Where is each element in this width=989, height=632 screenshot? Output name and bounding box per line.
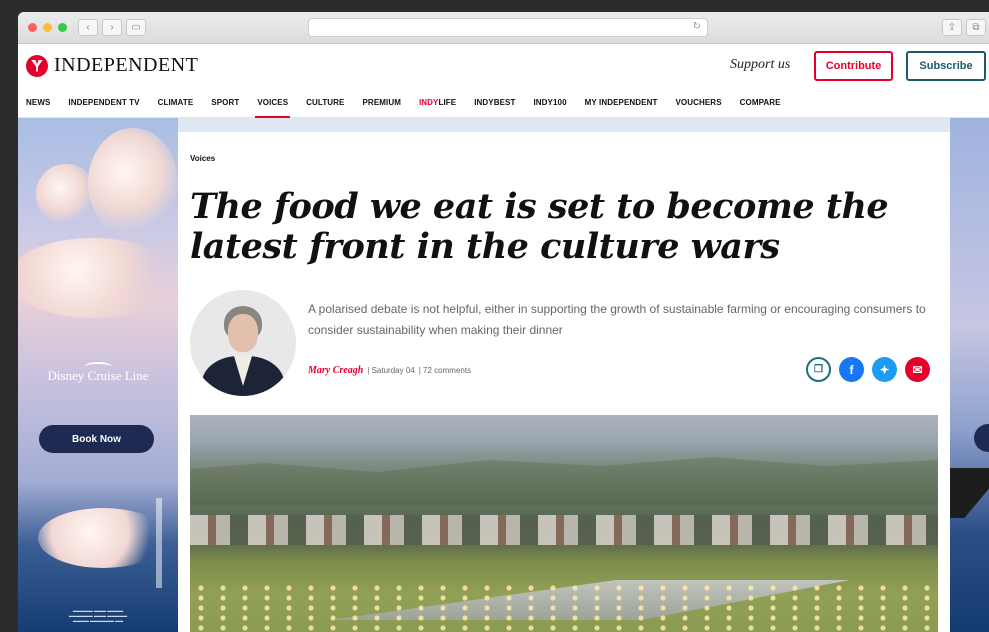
nav-item-voices[interactable]: VOICES xyxy=(255,88,291,118)
facebook-icon[interactable]: f xyxy=(839,357,864,382)
book-now-button[interactable]: Book Now xyxy=(39,425,154,453)
support-us-text: Support us xyxy=(730,57,791,72)
nav-item-news[interactable]: NEWS xyxy=(26,88,50,118)
sidebar-icon[interactable]: ▭ xyxy=(126,19,146,36)
publish-date: | Saturday 04 xyxy=(367,366,415,375)
ad-vertical-credit xyxy=(156,498,162,588)
photo-hills xyxy=(190,457,938,505)
nav-item-climate[interactable]: CLIMATE xyxy=(158,88,194,118)
browser-window: ‹ › ▭ ↻ ⇧ ⧉ INDEPENDENT Support us Contr… xyxy=(18,12,989,632)
photo-houses xyxy=(190,515,938,545)
toolbar-right-buttons: ⇧ ⧉ xyxy=(942,19,986,36)
forward-icon[interactable]: › xyxy=(102,19,122,36)
nav-item-culture[interactable]: CULTURE xyxy=(306,88,344,118)
ad-fine-print: ▬▬▬▬▬ ▬▬▬ ▬▬▬▬ ▬▬▬▬▬▬ ▬▬▬ ▬▬▬▬▬ ▬▬▬▬ ▬▬▬▬▬… xyxy=(68,608,128,623)
page-content: Disney Cruise Line Book Now ▬▬▬▬▬ ▬▬▬ ▬▬… xyxy=(18,118,989,632)
nav-item-vouchers[interactable]: VOUCHERS xyxy=(675,88,721,118)
article-hero-image xyxy=(190,415,938,632)
nav-item-indybest[interactable]: INDYBEST xyxy=(474,88,515,118)
right-ad-button[interactable] xyxy=(974,424,989,452)
nav-item-my-independent[interactable]: MY INDEPENDENT xyxy=(585,88,658,118)
zoom-window-button[interactable] xyxy=(58,23,67,32)
ad-cloud xyxy=(18,238,178,318)
close-window-button[interactable] xyxy=(28,23,37,32)
nav-item-sport[interactable]: SPORT xyxy=(211,88,239,118)
section-tag[interactable]: Voices xyxy=(190,154,215,163)
subscribe-button[interactable]: Subscribe xyxy=(906,51,986,81)
life-label: LIFE xyxy=(438,98,457,107)
left-advert[interactable]: Disney Cruise Line Book Now ▬▬▬▬▬ ▬▬▬ ▬▬… xyxy=(18,118,178,632)
site-logo[interactable]: INDEPENDENT xyxy=(26,54,198,77)
ad-cloud xyxy=(36,164,96,224)
ad-cloud xyxy=(88,128,178,238)
nav-item-indy100[interactable]: INDY100 xyxy=(533,88,566,118)
email-icon[interactable]: ✉ xyxy=(905,357,930,382)
browser-toolbar: ‹ › ▭ ↻ ⇧ ⧉ xyxy=(18,12,989,44)
minimize-window-button[interactable] xyxy=(43,23,52,32)
main-nav: NEWS INDEPENDENT TV CLIMATE SPORT VOICES… xyxy=(18,88,989,118)
bookmark-icon[interactable]: ❐ xyxy=(806,357,831,382)
tabs-icon[interactable]: ⧉ xyxy=(966,19,986,36)
byline: Mary Creagh | Saturday 04 | 72 comments xyxy=(308,365,471,376)
article-headline: The food we eat is set to become the lat… xyxy=(190,186,889,267)
twitter-icon[interactable]: ✦ xyxy=(872,357,897,382)
share-buttons: ❐ f ✦ ✉ xyxy=(806,357,930,382)
logo-text: INDEPENDENT xyxy=(54,54,199,76)
history-buttons: ‹ › ▭ xyxy=(78,19,146,36)
nav-item-indy-life[interactable]: INDY LIFE xyxy=(419,88,456,118)
reload-icon[interactable]: ↻ xyxy=(693,21,701,32)
indy-label: INDY xyxy=(418,98,439,107)
author-link[interactable]: Mary Creagh xyxy=(308,365,363,376)
comments-link[interactable]: | 72 comments xyxy=(419,366,471,375)
window-controls xyxy=(28,23,67,32)
right-advert[interactable] xyxy=(950,118,989,632)
nav-item-compare[interactable]: COMPARE xyxy=(740,88,781,118)
ship-image xyxy=(950,468,989,518)
contribute-button[interactable]: Contribute xyxy=(814,51,893,81)
author-avatar[interactable] xyxy=(190,290,296,396)
site-header: INDEPENDENT Support us Contribute Subscr… xyxy=(18,44,989,88)
eagle-logo-icon xyxy=(26,54,48,77)
ad-brand: Disney Cruise Line xyxy=(47,368,149,383)
ad-cloud xyxy=(38,508,168,568)
article-standfirst: A polarised debate is not helpful, eithe… xyxy=(308,302,926,337)
address-bar[interactable]: ↻ xyxy=(308,18,708,37)
nav-item-premium[interactable]: PREMIUM xyxy=(363,88,401,118)
back-icon[interactable]: ‹ xyxy=(78,19,98,36)
nav-item-independent-tv[interactable]: INDEPENDENT TV xyxy=(68,88,139,118)
article: Voices The food we eat is set to become … xyxy=(178,132,950,632)
avatar-face xyxy=(228,314,258,352)
share-icon[interactable]: ⇧ xyxy=(942,19,962,36)
